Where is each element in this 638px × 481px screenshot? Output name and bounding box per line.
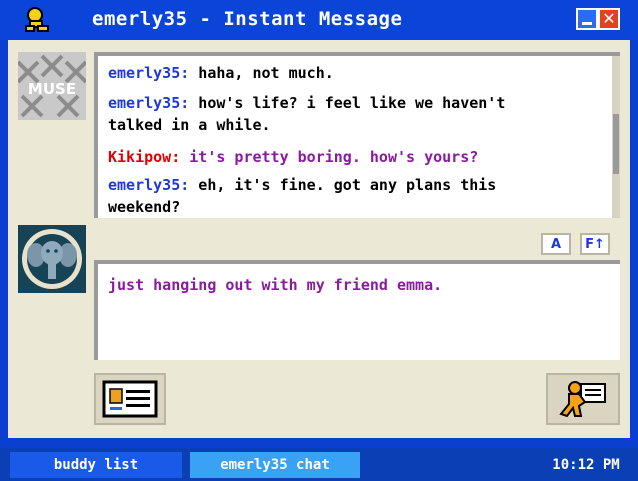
sender-name: Kikipow: bbox=[108, 148, 181, 166]
compose-text[interactable]: just hanging out with my friend emma. bbox=[108, 274, 588, 296]
taskbar: buddy list emerly35 chat 10:12 PM bbox=[0, 448, 638, 481]
message-line: emerly35: haha, not much. bbox=[108, 62, 538, 84]
conversation-log[interactable]: emerly35: haha, not much. emerly35: how'… bbox=[94, 52, 620, 218]
font-color-button[interactable]: A bbox=[541, 233, 571, 255]
message-text: haha, not much. bbox=[189, 64, 334, 82]
sender-name: emerly35: bbox=[108, 64, 190, 82]
scrollbar-thumb[interactable] bbox=[613, 114, 619, 174]
message-line: emerly35: eh, it's fine. got any plans t… bbox=[108, 174, 538, 218]
window-title: emerly35 - Instant Message bbox=[92, 8, 403, 30]
message-line: emerly35: how's life? i feel like we hav… bbox=[108, 92, 538, 136]
font-size-button[interactable]: F↑ bbox=[580, 233, 610, 255]
message-line: Kikipow: it's pretty boring. how's yours… bbox=[108, 146, 538, 168]
send-button[interactable] bbox=[546, 373, 620, 425]
avatar-label: MUSE bbox=[28, 80, 76, 98]
profile-button[interactable] bbox=[94, 373, 166, 425]
sender-name: emerly35: bbox=[108, 176, 190, 194]
message-text: it's pretty boring. how's yours? bbox=[180, 148, 479, 166]
profile-card-icon bbox=[102, 380, 158, 418]
close-button[interactable]: ✕ bbox=[598, 8, 620, 30]
aim-running-man-icon bbox=[25, 7, 49, 32]
title-bar[interactable]: emerly35 - Instant Message ✕ bbox=[0, 0, 638, 40]
conversation-scrollbar[interactable] bbox=[612, 56, 620, 218]
muse-buddy-icon[interactable]: MUSE bbox=[18, 52, 86, 120]
elephant-buddy-icon[interactable] bbox=[18, 225, 86, 293]
sender-name: emerly35: bbox=[108, 94, 190, 112]
close-icon: ✕ bbox=[602, 9, 616, 28]
send-message-icon bbox=[559, 381, 606, 418]
taskbar-tab-chat[interactable]: emerly35 chat bbox=[190, 452, 360, 478]
taskbar-tab-buddy-list[interactable]: buddy list bbox=[10, 452, 182, 478]
im-window: emerly35 - Instant Message ✕ MUSE emerly… bbox=[0, 0, 638, 448]
message-input[interactable]: just hanging out with my friend emma. bbox=[94, 260, 620, 360]
minimize-icon bbox=[582, 21, 592, 25]
minimize-button[interactable] bbox=[576, 8, 598, 30]
clock: 10:12 PM bbox=[536, 452, 636, 478]
